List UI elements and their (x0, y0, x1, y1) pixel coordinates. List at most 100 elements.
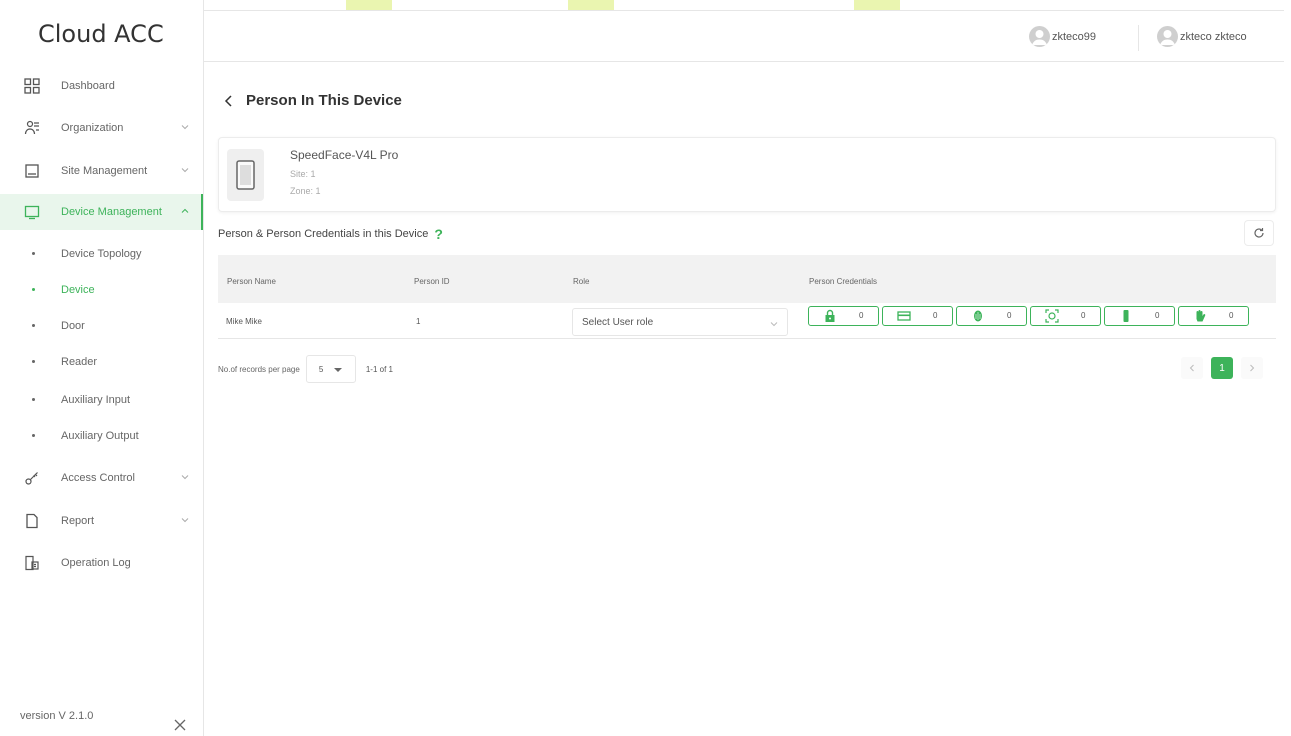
section-title-text: Person & Person Credentials in this Devi… (218, 228, 429, 240)
device-image (227, 149, 264, 201)
version-label: version V 2.1.0 (20, 710, 94, 722)
chevron-up-icon (181, 208, 189, 213)
sidebar-item-label: Device Management (61, 206, 162, 218)
per-page-value: 5 (318, 365, 324, 374)
organization-icon (24, 120, 39, 135)
username: zkteco zkteco (1180, 30, 1247, 43)
chevron-left-icon (224, 94, 232, 107)
chevron-right-icon (1250, 364, 1255, 372)
role-select[interactable]: Select User role (572, 308, 788, 336)
top-decoration (346, 0, 392, 10)
sidebar-item-device-management[interactable]: Device Management (0, 194, 203, 230)
table-header: Person Name Person ID Role Person Creden… (218, 255, 1276, 303)
credential-face[interactable]: 0 (1030, 306, 1101, 326)
sidebar-subitem-label: Reader (61, 356, 98, 368)
section-title: Person & Person Credentials in this Devi… (218, 226, 443, 242)
column-header-role: Role (573, 277, 590, 286)
credential-count: 0 (859, 311, 864, 320)
sidebar-subitem-label: Device Topology (61, 248, 142, 260)
chevron-down-icon (181, 475, 189, 480)
bullet-icon (32, 288, 35, 291)
chevron-down-icon (181, 518, 189, 523)
page-button-1[interactable]: 1 (1211, 357, 1233, 379)
monitor-icon (24, 205, 40, 220)
device-info-card: SpeedFace-V4L Pro Site: 1 Zone: 1 (218, 137, 1276, 212)
sidebar-item-report[interactable]: Report (0, 503, 203, 539)
prev-page-button[interactable] (1181, 357, 1203, 379)
sidebar-item-operation-log[interactable]: Operation Log (0, 545, 203, 581)
chevron-down-icon (181, 168, 189, 173)
chevron-left-icon (1189, 364, 1194, 372)
lock-icon (825, 309, 835, 322)
credential-palm-vein[interactable]: 0 (1104, 306, 1175, 326)
sidebar-subitem-device-topology[interactable]: Device Topology (0, 237, 203, 271)
close-icon[interactable] (173, 718, 187, 732)
device-zone: Zone: 1 (290, 186, 321, 196)
table-row: Mike Mike 1 Select User role 0 0 0 0 0 0 (218, 303, 1276, 339)
device-name: SpeedFace-V4L Pro (290, 148, 399, 162)
bullet-icon (32, 434, 35, 437)
sidebar-item-label: Dashboard (61, 80, 115, 92)
sidebar: Cloud ACC Dashboard Organization Site Ma… (0, 0, 204, 736)
sidebar-item-organization[interactable]: Organization (0, 110, 203, 146)
card-icon (897, 311, 911, 321)
column-header-credentials: Person Credentials (809, 277, 878, 286)
palm-icon (1196, 310, 1206, 322)
dashboard-grid-icon (24, 78, 40, 94)
sidebar-subitem-device[interactable]: Device (0, 273, 203, 307)
sidebar-item-access-control[interactable]: Access Control (0, 460, 203, 496)
credential-fingerprint[interactable]: 0 (956, 306, 1027, 326)
bullet-icon (32, 360, 35, 363)
refresh-icon (1254, 228, 1264, 238)
per-page-select[interactable]: 5 (305, 355, 356, 383)
sidebar-subitem-label: Door (61, 320, 85, 332)
user-menu-zkteco99[interactable]: zkteco99 (1029, 26, 1096, 47)
column-header-person-id: Person ID (414, 277, 450, 286)
sidebar-item-label: Site Management (61, 165, 148, 177)
document-icon (26, 513, 38, 529)
top-decoration (854, 0, 900, 10)
caret-down-icon (333, 368, 342, 372)
sidebar-item-label: Access Control (61, 472, 135, 484)
username: zkteco99 (1052, 30, 1097, 43)
device-site: Site: 1 (290, 169, 316, 179)
top-decoration (568, 0, 614, 10)
person-name-cell: Mike Mike (226, 317, 263, 326)
sidebar-subitem-door[interactable]: Door (0, 309, 203, 343)
user-avatar-icon (1029, 26, 1050, 47)
header-divider (1138, 25, 1139, 51)
credential-password[interactable]: 0 (808, 306, 879, 326)
sidebar-subitem-auxiliary-input[interactable]: Auxiliary Input (0, 383, 203, 417)
sidebar-item-label: Report (61, 515, 95, 527)
credential-count: 0 (1081, 311, 1086, 320)
user-menu-zkteco-zkteco[interactable]: zkteco zkteco (1157, 26, 1247, 47)
per-page-label: No.of records per page (218, 364, 300, 374)
next-page-button[interactable] (1241, 357, 1263, 379)
sidebar-subitem-reader[interactable]: Reader (0, 345, 203, 379)
sidebar-item-label: Organization (61, 122, 124, 134)
refresh-button[interactable] (1244, 220, 1274, 246)
person-id-cell: 1 (416, 317, 421, 326)
back-button[interactable]: Person In This Device (222, 92, 402, 109)
face-icon (1045, 309, 1059, 323)
credential-palm[interactable]: 0 (1178, 306, 1249, 326)
palm-vein-icon (1123, 310, 1129, 322)
credential-card[interactable]: 0 (882, 306, 953, 326)
bullet-icon (32, 398, 35, 401)
user-avatar-icon (1157, 26, 1178, 47)
fingerprint-icon (974, 310, 982, 322)
site-icon (25, 164, 39, 178)
log-icon (25, 555, 39, 571)
person-table: Person Name Person ID Role Person Creden… (218, 255, 1276, 339)
app-logo: Cloud ACC (38, 20, 164, 48)
credential-count: 0 (1007, 311, 1012, 320)
records-range: 1-1 of 1 (365, 364, 393, 374)
sidebar-subitem-auxiliary-output[interactable]: Auxiliary Output (0, 419, 203, 453)
help-icon[interactable]: ? (434, 226, 443, 242)
sidebar-item-dashboard[interactable]: Dashboard (0, 68, 203, 104)
credential-count: 0 (1155, 311, 1160, 320)
sidebar-item-site-management[interactable]: Site Management (0, 153, 203, 189)
sidebar-subitem-label: Auxiliary Output (61, 430, 139, 442)
key-icon (25, 472, 38, 485)
sidebar-subitem-label: Auxiliary Input (61, 394, 131, 406)
